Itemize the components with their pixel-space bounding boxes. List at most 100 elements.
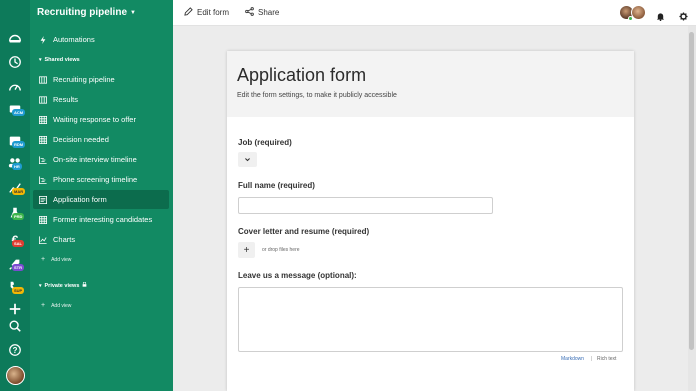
sidebar-item-recruiting-pipeline[interactable]: Recruiting pipeline	[33, 70, 169, 89]
sidebar: Recruiting pipeline ▼ Automations ▾ Shar…	[30, 0, 173, 391]
euro-icon[interactable]: € SAL	[0, 229, 30, 251]
database-title-label: Recruiting pipeline	[37, 7, 128, 18]
chevron-down-icon	[245, 158, 250, 162]
chevron-down-icon: ▾	[39, 282, 42, 289]
rail-badge: SAL	[12, 240, 24, 247]
crm-icon[interactable]: ACM	[0, 98, 30, 120]
rocket-icon[interactable]: STR	[0, 253, 30, 275]
scrollbar-thumb[interactable]	[689, 32, 694, 350]
upload-file-button[interactable]: +	[238, 242, 255, 258]
shared-views-header[interactable]: ▾ Shared views	[39, 57, 80, 63]
share-label: Share	[258, 8, 280, 17]
rail-badge: MAR	[12, 188, 26, 195]
rail-badge: STR	[12, 264, 24, 271]
shared-views-label: Shared views	[44, 57, 80, 63]
sidebar-item-label: Decision needed	[53, 135, 109, 144]
rail-badge: PRD	[12, 213, 25, 220]
private-views-label: Private views	[44, 282, 80, 289]
share-button[interactable]: Share	[245, 7, 279, 18]
chevron-down-icon: ▾	[39, 57, 42, 63]
markdown-mode-link[interactable]: Markdown	[561, 356, 584, 362]
collaborator-avatar[interactable]	[631, 5, 646, 20]
lock-icon	[82, 281, 87, 289]
rich-text-mode-link[interactable]: Rich text	[597, 356, 616, 362]
help-icon[interactable]: ?	[0, 339, 30, 361]
plus-icon: +	[41, 256, 46, 263]
svg-text:?: ?	[13, 346, 18, 355]
sidebar-item-label: On-site interview timeline	[53, 155, 137, 164]
sidebar-item-results[interactable]: Results	[33, 90, 169, 109]
user-avatar[interactable]	[6, 366, 25, 385]
form-card: Application form Edit the form settings,…	[227, 51, 634, 391]
sidebar-item-automations[interactable]: Automations	[33, 30, 169, 49]
form-icon	[38, 195, 48, 205]
fullname-field-label: Full name (required)	[238, 181, 315, 190]
sidebar-item-label: Recruiting pipeline	[53, 75, 115, 84]
add-private-view-button[interactable]: + Add view	[41, 302, 71, 309]
cover-letter-field-label: Cover letter and resume (required)	[238, 227, 370, 236]
sidebar-item-label: Application form	[53, 195, 107, 204]
chevron-down-icon: ▼	[130, 9, 136, 16]
crm-icon[interactable]: RDM	[0, 130, 30, 152]
sidebar-item-application-form[interactable]: Application form	[33, 190, 169, 209]
grid-icon	[38, 215, 48, 225]
people-icon[interactable]: HR	[0, 152, 30, 174]
top-bar: Edit form Share	[173, 0, 696, 26]
page-scrollbar[interactable]	[688, 26, 696, 391]
sidebar-item-label: Waiting response to offer	[53, 115, 136, 124]
kanban-icon	[38, 75, 48, 85]
flask-icon[interactable]: PRD	[0, 202, 30, 224]
drop-files-hint: or drop files here	[262, 247, 300, 253]
clock-icon[interactable]	[0, 51, 30, 73]
app-rail: ACM RDM HR MAR PRD € SAL STR SUP ?	[0, 0, 30, 391]
database-title[interactable]: Recruiting pipeline ▼	[37, 7, 136, 18]
edit-form-label: Edit form	[197, 8, 230, 17]
bolt-icon	[38, 35, 48, 45]
rail-badge: ACM	[12, 109, 26, 116]
chart-icon	[38, 235, 48, 245]
mode-separator: |	[591, 356, 593, 362]
sidebar-item-decision-needed[interactable]: Decision needed	[33, 130, 169, 149]
sidebar-item-label: Phone screening timeline	[53, 175, 138, 184]
timeline-icon	[38, 175, 48, 185]
add-view-label: Add view	[51, 256, 72, 263]
message-textarea[interactable]	[238, 287, 623, 352]
sidebar-item-label: Automations	[53, 35, 95, 44]
gear-icon[interactable]	[679, 8, 688, 21]
add-view-label: Add view	[51, 302, 72, 309]
chart-icon[interactable]: MAR	[0, 177, 30, 199]
private-views-header[interactable]: ▾ Private views	[39, 281, 87, 289]
form-title[interactable]: Application form	[237, 65, 366, 86]
sidebar-item-former-candidates[interactable]: Former interesting candidates	[33, 210, 169, 229]
speedometer-icon[interactable]	[0, 76, 30, 98]
pencil-icon	[184, 7, 193, 18]
bell-icon[interactable]	[656, 8, 665, 22]
phone-icon[interactable]: SUP	[0, 276, 30, 298]
plus-icon: +	[41, 302, 46, 309]
rail-badge: RDM	[12, 141, 26, 148]
sidebar-item-label: Results	[53, 95, 79, 104]
form-description[interactable]: Edit the form settings, to make it publi…	[237, 92, 397, 99]
online-status-dot	[628, 16, 633, 21]
sidebar-item-label: Charts	[53, 235, 76, 244]
search-icon[interactable]	[0, 315, 30, 337]
timeline-icon	[38, 155, 48, 165]
job-dropdown[interactable]	[238, 152, 257, 167]
grid-icon	[38, 115, 48, 125]
edit-form-button[interactable]: Edit form	[184, 7, 229, 18]
dashboard-icon[interactable]	[0, 28, 30, 50]
grid-icon	[38, 135, 48, 145]
message-field-label: Leave us a message (optional):	[238, 271, 357, 280]
kanban-icon	[38, 95, 48, 105]
sidebar-item-charts[interactable]: Charts	[33, 230, 169, 249]
sidebar-item-onsite-timeline[interactable]: On-site interview timeline	[33, 150, 169, 169]
fullname-input[interactable]	[238, 197, 493, 214]
job-field-label: Job (required)	[238, 138, 292, 147]
sidebar-item-waiting-response[interactable]: Waiting response to offer	[33, 110, 169, 129]
rail-badge: SUP	[12, 287, 25, 294]
rail-badge: HR	[12, 163, 22, 170]
add-view-button[interactable]: + Add view	[41, 256, 71, 263]
sidebar-item-phone-timeline[interactable]: Phone screening timeline	[33, 170, 169, 189]
share-icon	[245, 7, 254, 18]
form-header: Application form Edit the form settings,…	[227, 51, 634, 117]
